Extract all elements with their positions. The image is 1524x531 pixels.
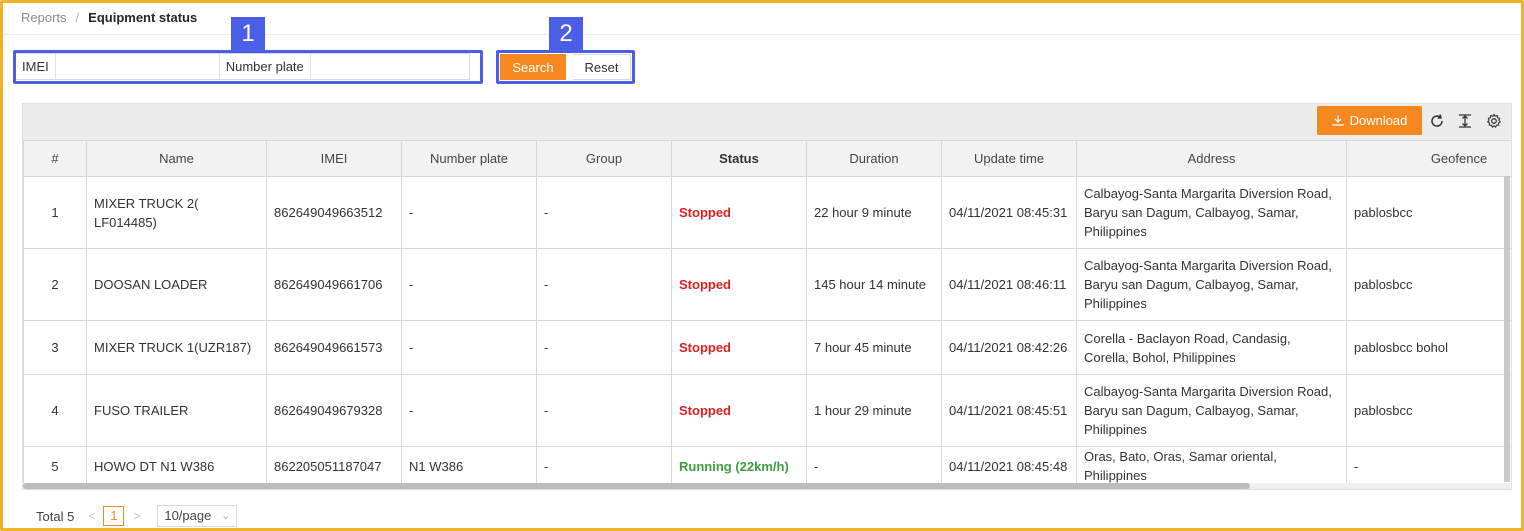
cell-number-plate: - <box>401 374 537 447</box>
cell-geofence: - <box>1346 446 1511 484</box>
breadcrumb: Reports / Equipment status <box>21 10 197 25</box>
cell-name: HOWO DT N1 W386 <box>86 446 267 484</box>
cell-duration: 145 hour 14 minute <box>806 248 942 321</box>
table-header-row: # Name IMEI Number plate Group Status Du… <box>23 140 1511 177</box>
cell-imei: 862649049661706 <box>266 248 402 321</box>
cell-name: DOOSAN LOADER <box>86 248 267 321</box>
table-row[interactable]: 3 MIXER TRUCK 1(UZR187) 862649049661573 … <box>23 320 1511 375</box>
cell-update-time: 04/11/2021 08:45:48 <box>941 446 1077 484</box>
cell-status: Stopped <box>671 248 807 321</box>
column-header-number[interactable]: # <box>23 140 87 177</box>
cell-address: Calbayog-Santa Margarita Diversion Road,… <box>1076 248 1347 321</box>
cell-imei: 862649049661573 <box>266 320 402 375</box>
cell-imei: 862649049663512 <box>266 176 402 249</box>
cell-update-time: 04/11/2021 08:42:26 <box>941 320 1077 375</box>
cell-address: Calbayog-Santa Margarita Diversion Road,… <box>1076 374 1347 447</box>
cell-duration: 1 hour 29 minute <box>806 374 942 447</box>
table-row[interactable]: 5 HOWO DT N1 W386 862205051187047 N1 W38… <box>23 446 1511 484</box>
column-header-geofence[interactable]: Geofence <box>1346 140 1511 177</box>
breadcrumb-separator: / <box>75 10 80 25</box>
cell-number-plate: - <box>401 248 537 321</box>
cell-address: Calbayog-Santa Margarita Diversion Road,… <box>1076 176 1347 249</box>
cell-address: Corella - Baclayon Road, Candasig, Corel… <box>1076 320 1347 375</box>
column-header-group[interactable]: Group <box>536 140 672 177</box>
cell-imei: 862205051187047 <box>266 446 402 484</box>
chevron-down-icon: ⌄ <box>221 510 231 522</box>
callout-badge-1: 1 <box>231 17 265 51</box>
breadcrumb-reports-link[interactable]: Reports <box>21 10 67 25</box>
cell-update-time: 04/11/2021 08:45:31 <box>941 176 1077 249</box>
page-size-select[interactable]: 10/page ⌄ <box>157 505 238 527</box>
cell-update-time: 04/11/2021 08:46:11 <box>941 248 1077 321</box>
cell-status: Stopped <box>671 320 807 375</box>
callout-box-2 <box>496 50 635 84</box>
cell-duration: 22 hour 9 minute <box>806 176 942 249</box>
table-row[interactable]: 4 FUSO TRAILER 862649049679328 - - Stopp… <box>23 374 1511 447</box>
callout-badge-2: 2 <box>549 17 583 51</box>
cell-number: 4 <box>23 374 87 447</box>
prev-page-icon[interactable]: < <box>88 509 95 523</box>
cell-group: - <box>536 176 672 249</box>
download-label: Download <box>1349 113 1408 128</box>
cell-number-plate: N1 W386 <box>401 446 537 484</box>
cell-name: MIXER TRUCK 2( LF014485) <box>86 176 267 249</box>
breadcrumb-current: Equipment status <box>88 10 198 25</box>
cell-group: - <box>536 320 672 375</box>
horizontal-scrollbar-thumb[interactable] <box>23 483 1250 489</box>
settings-icon[interactable] <box>1486 113 1502 129</box>
equipment-table-container[interactable]: # Name IMEI Number plate Group Status Du… <box>23 140 1511 484</box>
column-header-name[interactable]: Name <box>86 140 267 177</box>
refresh-icon[interactable] <box>1429 113 1445 129</box>
cell-geofence: pablosbcc bohol <box>1346 320 1511 375</box>
column-header-imei[interactable]: IMEI <box>266 140 402 177</box>
cell-number: 5 <box>23 446 87 484</box>
cell-duration: - <box>806 446 942 484</box>
table-row[interactable]: 2 DOOSAN LOADER 862649049661706 - - Stop… <box>23 248 1511 321</box>
callout-box-1 <box>13 50 483 84</box>
column-height-icon[interactable] <box>1457 113 1473 129</box>
cell-status: Running (22km/h) <box>671 446 807 484</box>
cell-status: Stopped <box>671 176 807 249</box>
cell-number-plate: - <box>401 176 537 249</box>
column-header-address[interactable]: Address <box>1076 140 1347 177</box>
cell-name: FUSO TRAILER <box>86 374 267 447</box>
cell-group: - <box>536 446 672 484</box>
total-count: Total 5 <box>36 508 75 524</box>
vertical-scrollbar[interactable] <box>1504 176 1510 482</box>
cell-group: - <box>536 374 672 447</box>
cell-imei: 862649049679328 <box>266 374 402 447</box>
cell-duration: 7 hour 45 minute <box>806 320 942 375</box>
cell-geofence: pablosbcc <box>1346 374 1511 447</box>
cell-number-plate: - <box>401 320 537 375</box>
next-page-icon[interactable]: > <box>133 509 140 523</box>
cell-status: Stopped <box>671 374 807 447</box>
page-button-current[interactable]: 1 <box>103 506 125 526</box>
cell-number: 3 <box>23 320 87 375</box>
cell-group: - <box>536 248 672 321</box>
download-icon <box>1331 107 1344 136</box>
cell-geofence: pablosbcc <box>1346 176 1511 249</box>
pagination: Total 5 < 1 > 10/page ⌄ <box>36 505 238 527</box>
column-header-duration[interactable]: Duration <box>806 140 942 177</box>
cell-number: 1 <box>23 176 87 249</box>
download-button[interactable]: Download <box>1317 106 1422 135</box>
equipment-table: # Name IMEI Number plate Group Status Du… <box>23 140 1511 484</box>
page-size-value: 10/page <box>164 508 212 523</box>
cell-update-time: 04/11/2021 08:45:51 <box>941 374 1077 447</box>
column-header-number-plate[interactable]: Number plate <box>401 140 537 177</box>
column-header-update-time[interactable]: Update time <box>941 140 1077 177</box>
cell-number: 2 <box>23 248 87 321</box>
column-header-status[interactable]: Status <box>671 140 807 177</box>
cell-geofence: pablosbcc <box>1346 248 1511 321</box>
cell-name: MIXER TRUCK 1(UZR187) <box>86 320 267 375</box>
table-row[interactable]: 1 MIXER TRUCK 2( LF014485) 8626490496635… <box>23 176 1511 249</box>
cell-address: Oras, Bato, Oras, Samar oriental, Philip… <box>1076 446 1347 484</box>
